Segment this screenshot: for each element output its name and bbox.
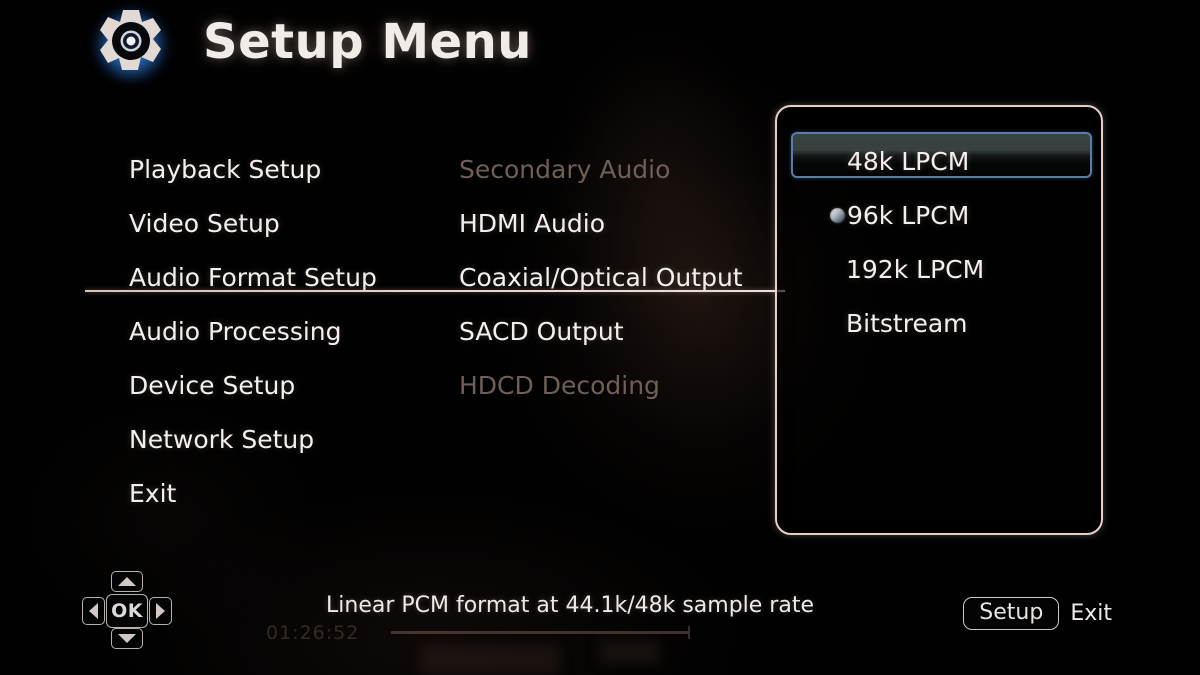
- submenu-item-sacd-output[interactable]: SACD Output: [459, 305, 759, 359]
- options-panel: 48k LPCM 96k LPCM 192k LPCM Bitstream: [775, 105, 1103, 535]
- setup-key-button[interactable]: Setup: [963, 597, 1060, 630]
- gear-icon-glyph: [100, 10, 161, 70]
- sidebar-item-audio-processing[interactable]: Audio Processing: [129, 305, 449, 359]
- background-timecode: 01:26:52: [266, 622, 360, 644]
- hint-text: Linear PCM format at 44.1k/48k sample ra…: [326, 593, 814, 618]
- gear-icon: [85, 2, 177, 88]
- page-title: Setup Menu: [203, 14, 532, 70]
- footer-actions: Setup Exit: [963, 597, 1112, 630]
- submenu-item-hdcd-decoding: HDCD Decoding: [459, 371, 660, 400]
- option-row-48k-lpcm[interactable]: 48k LPCM: [791, 134, 1091, 188]
- left-arrow-icon[interactable]: [82, 597, 105, 625]
- option-label: Bitstream: [846, 308, 968, 338]
- sidebar-item-exit[interactable]: Exit: [129, 467, 449, 521]
- submenu-item-secondary-audio: Secondary Audio: [459, 155, 671, 184]
- sidebar-item-network-setup[interactable]: Network Setup: [129, 413, 449, 467]
- active-row-divider: [85, 290, 785, 292]
- submenu-item-hdmi-audio[interactable]: HDMI Audio: [459, 197, 759, 251]
- option-row-96k-lpcm[interactable]: 96k LPCM: [791, 188, 1091, 242]
- background-progress-bar: [391, 631, 688, 634]
- option-label: 48k LPCM: [847, 146, 970, 176]
- ok-button-label: OK: [111, 600, 143, 622]
- right-arrow-icon[interactable]: [149, 597, 172, 625]
- sidebar-item-playback-setup[interactable]: Playback Setup: [129, 143, 449, 197]
- background-artifact: [600, 640, 660, 664]
- submenu-item-coaxial-optical-output[interactable]: Coaxial/Optical Output: [459, 251, 759, 305]
- sidebar: Playback Setup Video Setup Audio Format …: [129, 143, 449, 521]
- sidebar-item-device-setup[interactable]: Device Setup: [129, 359, 449, 413]
- sidebar-item-video-setup[interactable]: Video Setup: [129, 197, 449, 251]
- header: Setup Menu: [0, 0, 1200, 92]
- background-artifact: [420, 645, 560, 675]
- selected-radio-icon: [830, 207, 845, 223]
- dpad-control[interactable]: OK: [80, 570, 172, 652]
- up-arrow-icon[interactable]: [111, 571, 143, 592]
- exit-label[interactable]: Exit: [1070, 601, 1112, 626]
- submenu: Secondary Audio HDMI Audio Coaxial/Optic…: [459, 143, 759, 413]
- option-label: 96k LPCM: [847, 200, 970, 230]
- option-row-bitstream[interactable]: Bitstream: [791, 296, 1091, 350]
- option-label: 192k LPCM: [846, 254, 985, 284]
- background-progress-marker: [688, 626, 690, 639]
- ok-button[interactable]: OK: [106, 594, 148, 628]
- sidebar-item-audio-format-setup[interactable]: Audio Format Setup: [129, 251, 449, 305]
- option-row-192k-lpcm[interactable]: 192k LPCM: [791, 242, 1091, 296]
- down-arrow-icon[interactable]: [111, 628, 143, 649]
- setup-menu-screen: 01:26:52 Setup Menu Playback Setup Video…: [0, 0, 1200, 675]
